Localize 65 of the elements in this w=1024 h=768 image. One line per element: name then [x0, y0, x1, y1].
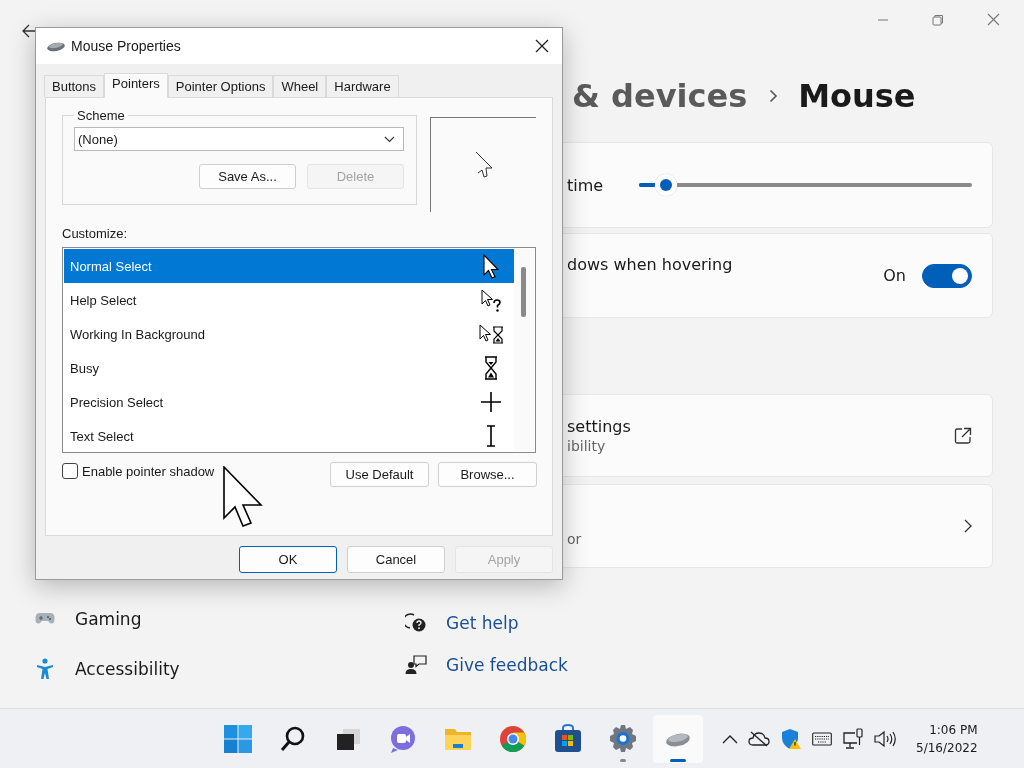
dialog-button[interactable]: Browse... [438, 462, 537, 487]
clock[interactable]: 1:06 PM 5/16/2022 [916, 720, 978, 757]
toggle-state: On [883, 266, 906, 285]
chevron-right-icon [964, 519, 972, 533]
back-icon[interactable] [22, 24, 38, 38]
scheme-dropdown[interactable]: (None) [74, 127, 404, 151]
help-pointer-icon [480, 288, 502, 312]
setting-label: dows when hovering [567, 255, 733, 274]
network-icon[interactable] [842, 727, 864, 750]
crosshair-icon [480, 391, 502, 413]
toggle-switch[interactable] [922, 263, 972, 288]
hourglass-icon [484, 356, 498, 380]
sidebar-item[interactable]: Gaming [0, 606, 142, 632]
tab[interactable]: Buttons [44, 75, 105, 97]
help-link[interactable]: Get help [446, 613, 519, 633]
text-cursor-icon [486, 425, 496, 447]
chevron-up-icon[interactable] [722, 733, 738, 744]
arrow-pointer-icon [483, 253, 499, 279]
external-link-icon [954, 426, 972, 445]
mouse-pointer-icon [223, 466, 263, 528]
store-icon [553, 723, 583, 754]
setting-description: ibility [567, 438, 607, 454]
dialog-button[interactable]: OK [239, 546, 337, 573]
volume-icon[interactable] [874, 729, 896, 748]
help-link[interactable]: Give feedback [446, 655, 568, 675]
close-icon[interactable] [535, 39, 549, 53]
chat-icon [388, 723, 418, 754]
setting-label: settings [567, 417, 631, 436]
setting-label: time [567, 175, 605, 195]
window-title: Mouse Properties [71, 38, 181, 54]
shield-warning-icon[interactable] [780, 727, 802, 750]
restore-icon[interactable] [932, 13, 944, 26]
tab[interactable]: Hardware [326, 75, 399, 97]
cloud-off-icon[interactable] [748, 730, 770, 747]
sidebar-item[interactable]: Accessibility [0, 656, 180, 682]
start-icon [223, 723, 253, 754]
browser-icon [498, 723, 528, 754]
feedback-icon [405, 655, 427, 675]
list-item[interactable]: Busy [64, 351, 514, 385]
list-label: Customize: [62, 226, 129, 241]
tab[interactable]: Pointers [104, 73, 168, 98]
list-item[interactable]: Working In Background [64, 317, 514, 351]
breadcrumb-link[interactable]: & devices [572, 77, 748, 115]
tab[interactable]: Wheel [273, 75, 327, 97]
mouse-icon [46, 40, 66, 52]
busy-arrow-pointer-icon [478, 324, 504, 344]
dialog-button[interactable]: Cancel [347, 546, 445, 573]
group-label: Scheme [76, 108, 126, 123]
keyboard-icon[interactable] [812, 731, 832, 746]
page-title: Mouse [798, 77, 916, 115]
setting-description: or [567, 531, 582, 547]
checkbox[interactable]: Enable pointer shadow [62, 463, 215, 479]
chevron-right-icon [769, 89, 779, 103]
list-item[interactable]: Normal Select [64, 249, 514, 283]
chevron-down-icon [384, 135, 395, 143]
dialog-button[interactable]: Save As... [199, 164, 296, 189]
gamepad-icon [35, 612, 55, 626]
list-item[interactable]: Help Select [64, 283, 514, 317]
scrollbar[interactable] [514, 249, 534, 451]
accessibility-icon [35, 658, 55, 680]
dialog-button[interactable]: Use Default [330, 462, 429, 487]
settings-icon [608, 723, 638, 754]
help-icon [405, 613, 427, 633]
tab[interactable]: Pointer Options [167, 75, 274, 97]
slider[interactable] [639, 174, 972, 196]
